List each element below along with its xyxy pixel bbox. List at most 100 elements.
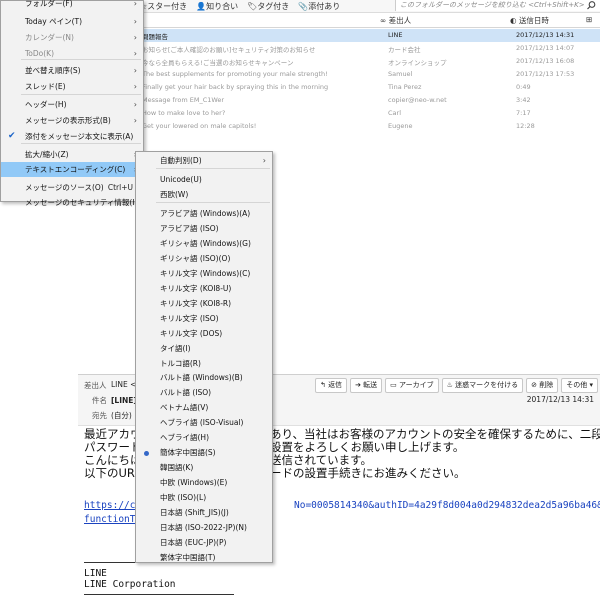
thread-subject: How to make love to her? (142, 109, 226, 117)
thread-sender: copier@neo-w.net (388, 96, 447, 104)
encoding-menu-item[interactable]: 日本語 (Shift_JIS)(J) (136, 505, 272, 520)
thread-date: 7:17 (516, 109, 531, 117)
thread-date: 2017/12/13 16:08 (516, 57, 575, 65)
encoding-menu-item[interactable]: キリル文字 (KOI8-R) (136, 296, 272, 311)
submenu-arrow-icon: › (262, 156, 266, 165)
encoding-menu-item[interactable]: タイ語(I) (136, 341, 272, 356)
delete-button[interactable]: ⊘ 削除 (526, 378, 559, 393)
encoding-menu-item[interactable]: 西欧(W) (136, 187, 272, 202)
thread-sender: Carl (388, 109, 401, 117)
thread-row[interactable]: The best supplements for promoting your … (140, 68, 600, 81)
encoding-menu-item[interactable]: ヘブライ語(H) (136, 430, 272, 445)
view-menu-item[interactable]: スレッド(E) › (1, 79, 143, 94)
encoding-menu-item[interactable]: 日本語 (EUC-JP)(P) (136, 535, 272, 550)
encoding-menu-item[interactable]: 繁体字中国語(T) (136, 550, 272, 565)
encoding-menu-item[interactable]: Unicode(U) (136, 172, 272, 187)
view-menu-item[interactable]: ToDo(K) › (1, 46, 143, 61)
encoding-menu-item[interactable]: トルコ語(R) (136, 356, 272, 371)
encoding-menu-item[interactable]: ベトナム語(V) (136, 400, 272, 415)
thread-row[interactable]: Get your lowered on male capitols! Eugene… (140, 120, 600, 133)
filter-attachment-button[interactable]: 📎添付あり (298, 1, 340, 12)
signature: LINE LINE Corporation (84, 560, 234, 600)
thread-subject: Message from EM_C1Wer (142, 96, 225, 104)
thread-row[interactable]: お知らせ[ご本人確認のお願い]セキュリティ対策のお知らせ カード会社 2017/12… (140, 42, 600, 55)
signature-rule (84, 594, 234, 595)
more-button[interactable]: その他 ▾ (561, 378, 598, 393)
view-menu-item[interactable]: フォルダー(F) › (1, 0, 143, 11)
view-menu-item[interactable]: Today ペイン(T) › (1, 14, 143, 29)
encoding-menu-item[interactable]: 日本語 (ISO-2022-JP)(N) (136, 520, 272, 535)
reply-button[interactable]: ↰ 返信 (314, 378, 348, 393)
submenu-arrow-icon: › (133, 116, 137, 125)
junk-button[interactable]: ♨ 迷惑マークを付ける (441, 378, 524, 393)
view-menu-item[interactable]: カレンダー(N) › (1, 30, 143, 45)
view-menu-item[interactable]: メッセージの表示形式(B) › (1, 113, 143, 128)
encoding-menu-item[interactable]: ギリシャ語 (ISO)(O) (136, 251, 272, 266)
column-date[interactable]: ◐ 送信日時 (510, 15, 549, 26)
encoding-menu-item[interactable]: 簡体字中国語(S) (136, 445, 272, 460)
thread-subject: Get your lowered on male capitols! (142, 122, 257, 130)
encoding-menu-item[interactable]: キリル文字 (ISO) (136, 311, 272, 326)
text-encoding-submenu: 自動判別(D) › Unicode(U) 西欧(W) アラビア語 (Windows)(A… (135, 151, 273, 563)
thread-subject: お知らせ[ご本人確認のお願い]セキュリティ対策のお知らせ (142, 46, 316, 54)
encoding-menu-item[interactable]: キリル文字 (Windows)(C) (136, 266, 272, 281)
view-menu-item[interactable]: ✔ 添付をメッセージ本文に表示(A) (1, 129, 143, 144)
encoding-menu-item[interactable]: 韓国語(K) (136, 460, 272, 475)
thread-row[interactable]: 今なら全員もらえる!ご当選のお知らせキャンペーン オンラインショップ 2017/12… (140, 55, 600, 68)
thread-date: 2017/12/13 17:53 (516, 70, 575, 78)
thread-sender: カード会社 (388, 46, 421, 54)
thread-sender: Eugene (388, 122, 413, 130)
message-link[interactable]: https://co No=0005814340&authID=4a29f8d00… (84, 500, 600, 511)
thread-subject: 問題報告 (142, 33, 168, 41)
reply-icon: ↰ (319, 381, 326, 389)
message-date: 2017/12/13 14:31 (526, 395, 594, 404)
submenu-arrow-icon: › (133, 33, 137, 42)
encoding-menu-item[interactable]: 自動判別(D) › (136, 153, 272, 168)
delete-icon: ⊘ (531, 381, 538, 389)
to-label: 宛先 (92, 411, 107, 420)
checkmark-icon: ✔ (8, 131, 16, 141)
view-menu-item[interactable]: テキストエンコーディング(C)› (1, 162, 143, 177)
thread-date: 0:49 (516, 83, 531, 91)
message-link-continued[interactable]: functionTy (84, 514, 141, 525)
thread-date: 3:42 (516, 96, 531, 104)
encoding-menu-item[interactable]: 中欧 (Windows)(E) (136, 475, 272, 490)
thread-row[interactable]: Finally get your hair back by spraying t… (140, 81, 600, 94)
encoding-menu-item[interactable]: キリル文字 (DOS) (136, 326, 272, 341)
view-menu-item[interactable]: メッセージのソース(O) Ctrl+U (1, 180, 143, 195)
thread-row[interactable]: Message from EM_C1Wer copier@neo-w.net 3:4… (140, 94, 600, 107)
thread-subject: 今なら全員もらえる!ご当選のお知らせキャンペーン (142, 59, 294, 67)
encoding-menu-item[interactable]: キリル文字 (KOI8-U) (136, 281, 272, 296)
encoding-menu-item[interactable]: アラビア語 (Windows)(A) (136, 206, 272, 221)
thread-row[interactable]: 問題報告 LINE 2017/12/13 14:31 (140, 29, 600, 42)
archive-button[interactable]: ▭ アーカイブ (385, 378, 439, 393)
view-menu-item[interactable]: ヘッダー(H) › (1, 97, 143, 112)
thread-row[interactable]: How to make love to her? Carl 7:17 (140, 107, 600, 120)
menu-separator (21, 94, 141, 95)
column-sender[interactable]: ∞ 差出人 (380, 15, 411, 26)
encoding-menu-item[interactable]: アラビア語 (ISO) (136, 221, 272, 236)
column-picker-icon[interactable]: ⊞ (586, 15, 592, 24)
quick-filter-buttons: ☆スター付き 👤知り合い 🏷タグ付き 📎添付あり (140, 0, 340, 12)
view-menu-item[interactable]: 拡大/縮小(Z)› (1, 147, 143, 162)
subject-label: 件名 (92, 396, 107, 405)
menu-separator (156, 168, 270, 169)
encoding-menu-item[interactable]: バルト語 (ISO) (136, 385, 272, 400)
thread-sender: Samuel (388, 70, 413, 78)
submenu-arrow-icon: › (133, 49, 137, 58)
junk-icon: ♨ (446, 381, 453, 389)
forward-button[interactable]: ➔ 転送 (350, 378, 383, 393)
encoding-menu-item[interactable]: バルト語 (Windows)(B) (136, 370, 272, 385)
filter-tagged-button[interactable]: 🏷タグ付き (247, 1, 289, 12)
quick-filter-input[interactable]: このフォルダーのメッセージを絞り込む <Ctrl+Shift+K> (395, 0, 600, 11)
encoding-menu-item[interactable]: ヘブライ語 (ISO-Visual) (136, 415, 272, 430)
from-label: 差出人 (84, 381, 107, 390)
filter-contacts-button[interactable]: 👤知り合い (196, 1, 238, 12)
encoding-menu-item[interactable]: 中欧 (ISO)(L) (136, 490, 272, 505)
view-menu-item[interactable]: 並べ替え順序(S) › (1, 63, 143, 78)
submenu-arrow-icon: › (133, 82, 137, 91)
submenu-arrow-icon: › (133, 0, 137, 8)
view-menu-item[interactable]: メッセージのセキュリティ情報(I) (1, 195, 143, 210)
filter-starred-button[interactable]: ☆スター付き (140, 1, 187, 12)
encoding-menu-item[interactable]: ギリシャ語 (Windows)(G) (136, 236, 272, 251)
